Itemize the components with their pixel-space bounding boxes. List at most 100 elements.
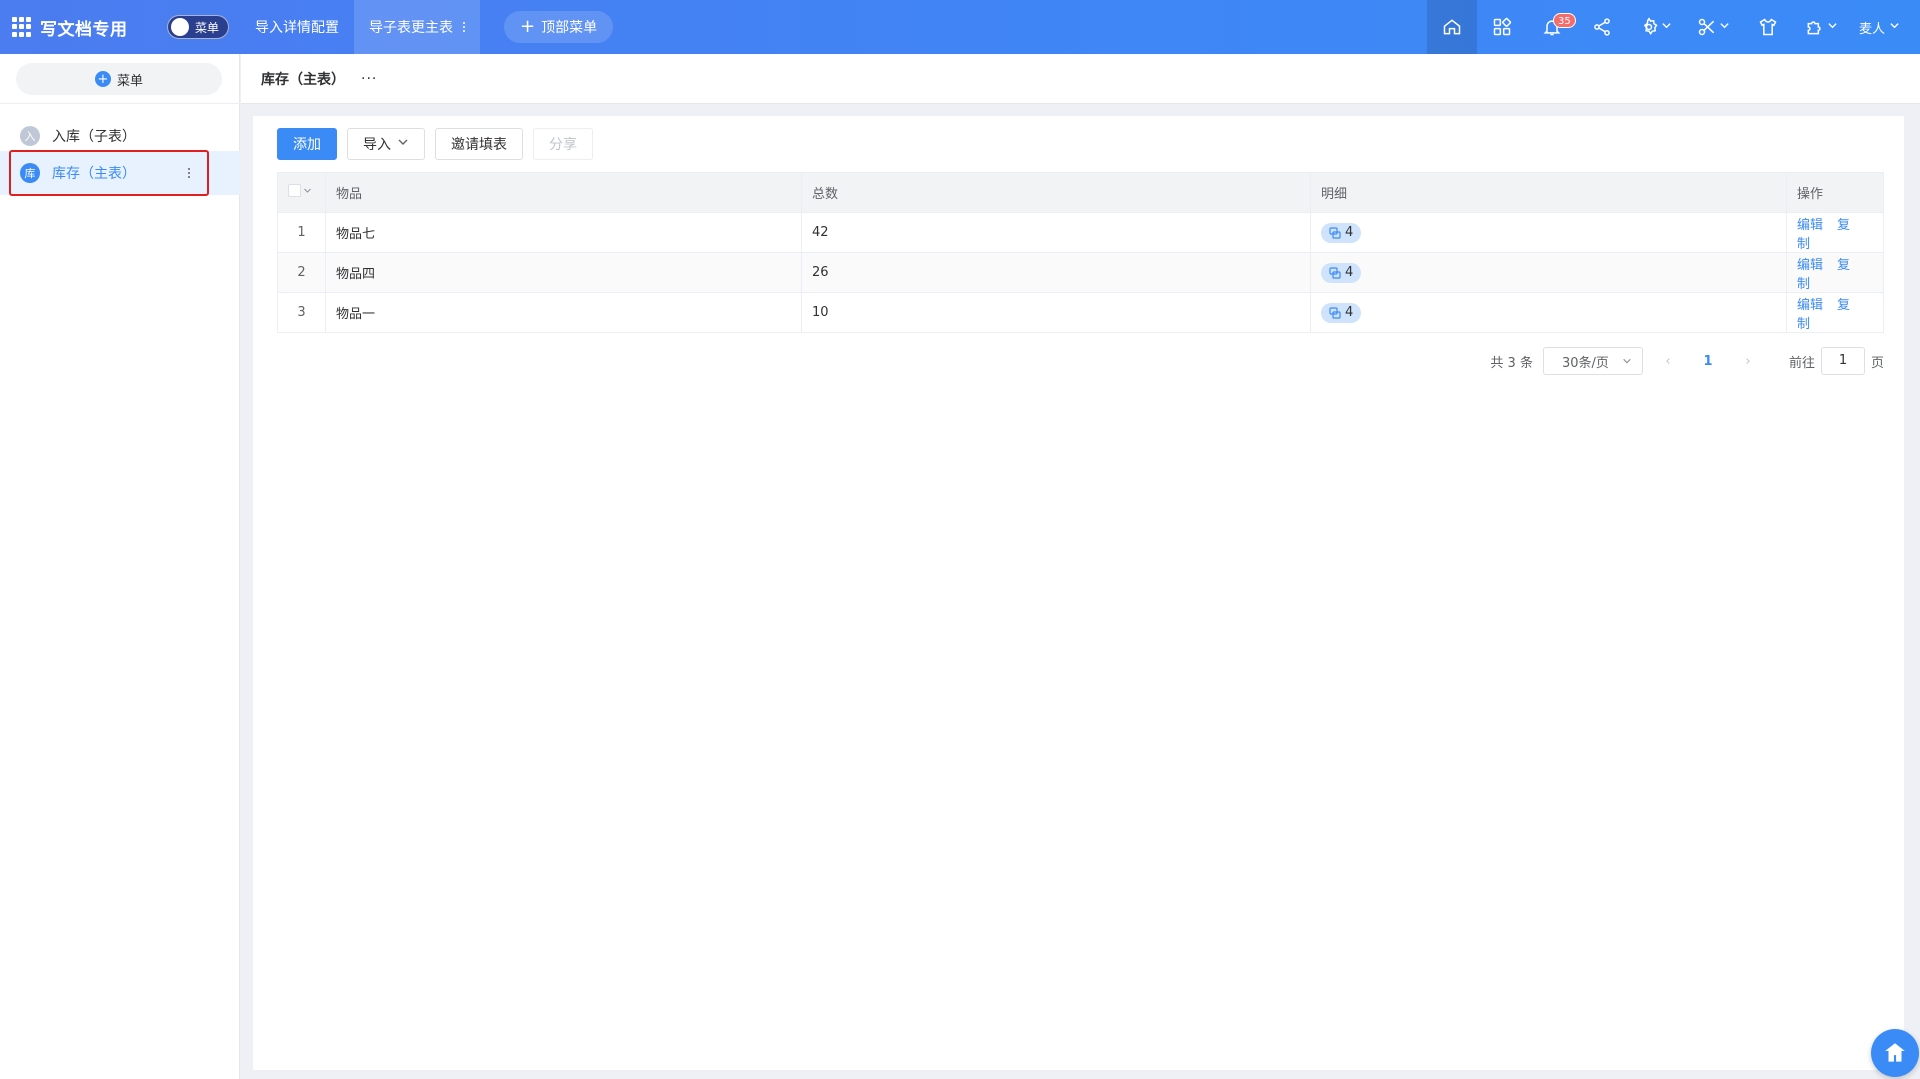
- page-suffix: 页: [1870, 355, 1884, 371]
- topnav-item-sub-to-main[interactable]: 导子表更主表: [354, 0, 480, 54]
- sidebar: + 菜单 入 入库（子表） 库 库存（主表）: [0, 54, 240, 1079]
- data-table: 物品 总数 明细 操作 1 物品七 42 4 编辑 复制 2 物品四 26 4 …: [277, 172, 1884, 333]
- page-size-select[interactable]: 30条/页: [1542, 347, 1643, 375]
- detail-count: 4: [1345, 225, 1354, 240]
- cell-detail: 4: [1310, 252, 1787, 293]
- cell-total: 10: [801, 292, 1311, 333]
- puzzle-icon: [1808, 21, 1822, 35]
- column-header-total[interactable]: 总数: [801, 172, 1311, 213]
- top-bar: 写文档专用 菜单 导入详情配置 导子表更主表 + 顶部菜单 35 麦人: [0, 0, 1920, 54]
- table-row[interactable]: 1 物品七 42 4 编辑 复制: [277, 212, 1884, 253]
- share-button[interactable]: 分享: [533, 128, 593, 160]
- detail-count-pill[interactable]: 4: [1321, 222, 1362, 243]
- goto-page-input[interactable]: 1: [1820, 347, 1865, 375]
- edit-link[interactable]: 编辑: [1797, 298, 1823, 313]
- app-title: 写文档专用: [40, 19, 128, 40]
- gear-icon: [1644, 17, 1659, 36]
- cell-actions: 编辑 复制: [1786, 252, 1884, 293]
- column-header-actions: 操作: [1786, 172, 1884, 213]
- brand[interactable]: 写文档专用: [12, 0, 128, 54]
- plus-icon: +: [520, 16, 536, 37]
- toolbar: 添加 导入 邀请填表 分享: [277, 128, 593, 160]
- table-row[interactable]: 2 物品四 26 4 编辑 复制: [277, 252, 1884, 293]
- theme-button[interactable]: [1743, 0, 1793, 54]
- topnav-item-label: 导入详情配置: [255, 20, 339, 36]
- highlight-box: [9, 150, 209, 196]
- home-icon: [1885, 1043, 1905, 1062]
- topnav-item-import-config[interactable]: 导入详情配置: [240, 0, 354, 54]
- current-page[interactable]: 1: [1693, 354, 1723, 369]
- detail-count: 4: [1345, 265, 1354, 280]
- settings-dropdown[interactable]: [1627, 0, 1685, 54]
- page-size-value: 30条/页: [1561, 355, 1609, 371]
- scissors-icon: [1699, 18, 1715, 36]
- cell-total: 26: [801, 252, 1311, 293]
- add-menu-button[interactable]: + 菜单: [16, 63, 222, 95]
- chevron-down-icon: [304, 188, 311, 193]
- cell-item: 物品七: [325, 212, 802, 253]
- column-header-detail[interactable]: 明细: [1310, 172, 1787, 213]
- menu-toggle[interactable]: 菜单: [167, 15, 229, 39]
- chevron-down-icon: [1719, 19, 1730, 35]
- add-button[interactable]: 添加: [277, 128, 337, 160]
- next-page-icon[interactable]: ›: [1733, 354, 1763, 369]
- sidebar-item-label: 入库（子表）: [52, 129, 136, 145]
- row-index: 3: [277, 292, 326, 333]
- add-top-menu-label: 顶部菜单: [541, 20, 598, 36]
- import-dropdown[interactable]: 导入: [347, 128, 425, 160]
- home-icon: [1443, 19, 1461, 35]
- cell-item: 物品四: [325, 252, 802, 293]
- divider: [0, 103, 240, 104]
- floating-home-button[interactable]: [1871, 1029, 1919, 1077]
- pagination: 共 3 条 30条/页 ‹ 1 › 前往 1 页: [1490, 347, 1884, 375]
- table-row[interactable]: 3 物品一 10 4 编辑 复制: [277, 292, 1884, 333]
- chevron-down-icon: [397, 136, 409, 152]
- cell-actions: 编辑 复制: [1786, 212, 1884, 253]
- chevron-down-icon: [1889, 20, 1900, 35]
- plugins-dropdown[interactable]: [1793, 0, 1851, 54]
- prev-page-icon[interactable]: ‹: [1653, 354, 1683, 369]
- cell-detail: 4: [1310, 212, 1787, 253]
- add-top-menu-button[interactable]: + 顶部菜单: [504, 11, 614, 43]
- toggle-knob: [171, 18, 189, 36]
- home-button[interactable]: [1426, 0, 1477, 54]
- goto-page: 前往 1 页: [1789, 347, 1884, 375]
- user-name: 麦人: [1858, 21, 1885, 37]
- top-nav: 导入详情配置 导子表更主表: [240, 0, 480, 54]
- cell-actions: 编辑 复制: [1786, 292, 1884, 333]
- add-menu-label: 菜单: [116, 73, 143, 89]
- detail-count-pill[interactable]: 4: [1321, 262, 1362, 283]
- link-icon: [1329, 306, 1341, 319]
- detail-count: 4: [1345, 305, 1354, 320]
- more-vertical-icon[interactable]: [463, 22, 465, 32]
- cell-detail: 4: [1310, 292, 1787, 333]
- edit-link[interactable]: 编辑: [1797, 258, 1823, 273]
- apps-icon: [1493, 17, 1512, 36]
- top-right-toolbar: 35 麦人: [1426, 0, 1920, 54]
- apps-button[interactable]: [1477, 0, 1527, 54]
- content-panel: 添加 导入 邀请填表 分享 物品 总数 明细 操作 1 物品七 42 4 编辑 …: [253, 116, 1904, 1070]
- chevron-down-icon: [1623, 358, 1631, 364]
- share-icon: [1594, 18, 1610, 36]
- select-all-cell[interactable]: [277, 172, 326, 213]
- checkbox-icon: [288, 184, 301, 197]
- column-header-item[interactable]: 物品: [325, 172, 802, 213]
- user-menu[interactable]: 麦人: [1851, 0, 1920, 54]
- invite-fill-button[interactable]: 邀请填表: [435, 128, 523, 160]
- tools-dropdown[interactable]: [1685, 0, 1743, 54]
- detail-count-pill[interactable]: 4: [1321, 302, 1362, 323]
- sidebar-item-avatar: 入: [20, 126, 40, 146]
- cell-item: 物品一: [325, 292, 802, 333]
- page-title: 库存（主表）: [261, 71, 345, 88]
- share-button[interactable]: [1577, 0, 1627, 54]
- more-horizontal-icon[interactable]: ···: [361, 71, 377, 87]
- total-count: 共 3 条: [1490, 355, 1533, 371]
- page-header: 库存（主表） ···: [241, 54, 1920, 104]
- shirt-icon: [1759, 18, 1777, 36]
- apps-grid-icon[interactable]: [12, 17, 32, 37]
- row-index: 1: [277, 212, 326, 253]
- notifications-button[interactable]: 35: [1527, 0, 1577, 54]
- select-all-checkbox[interactable]: [288, 184, 312, 197]
- edit-link[interactable]: 编辑: [1797, 218, 1823, 233]
- import-label: 导入: [363, 137, 391, 153]
